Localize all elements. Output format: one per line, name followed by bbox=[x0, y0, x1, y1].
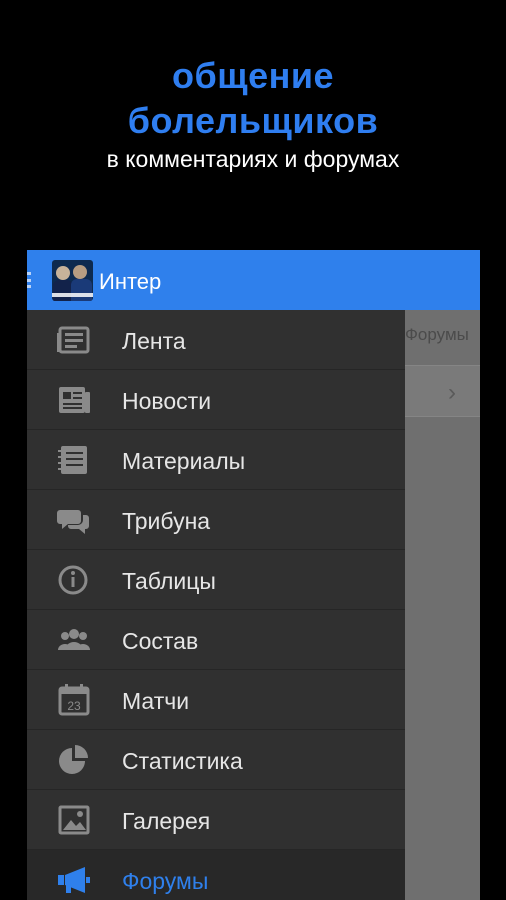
menu-item-label: Таблицы bbox=[122, 568, 216, 594]
menu-item-tribune[interactable]: Трибуна bbox=[27, 490, 405, 550]
menu-item-news[interactable]: Новости bbox=[27, 370, 405, 430]
menu-item-label: Новости bbox=[122, 388, 212, 414]
info-icon bbox=[58, 565, 88, 595]
menu-item-matches[interactable]: 23 Матчи bbox=[27, 670, 405, 730]
promo-banner: общение болельщиков в комментариях и фор… bbox=[0, 0, 506, 250]
menu-item-squad[interactable]: Состав bbox=[27, 610, 405, 670]
news-icon bbox=[59, 387, 90, 413]
pie-chart-icon bbox=[59, 745, 88, 774]
menu-item-label: Галерея bbox=[122, 808, 211, 834]
background-content: Форумы › bbox=[405, 310, 480, 900]
promo-title-line2: болельщиков bbox=[127, 100, 379, 141]
app-bar: Интер bbox=[27, 250, 480, 310]
app-screen: Интер Форумы › Лента Новости Материалы Т… bbox=[27, 250, 480, 900]
team-logo[interactable] bbox=[52, 260, 93, 301]
tab-forums[interactable]: Форумы bbox=[405, 325, 480, 345]
app-bar-title: Интер bbox=[99, 269, 162, 294]
list-item[interactable]: › bbox=[405, 365, 480, 417]
menu-item-articles[interactable]: Материалы bbox=[27, 430, 405, 490]
menu-item-label: Материалы bbox=[122, 448, 246, 474]
menu-item-gallery[interactable]: Галерея bbox=[27, 790, 405, 850]
calendar-icon: 23 bbox=[58, 684, 90, 716]
chat-bubbles-icon bbox=[57, 510, 89, 534]
megaphone-icon bbox=[58, 867, 90, 893]
people-icon bbox=[58, 629, 90, 650]
feed-icon bbox=[57, 326, 90, 354]
promo-title-line1: общение bbox=[171, 55, 335, 96]
menu-item-label: Состав bbox=[122, 628, 199, 654]
menu-item-label: Лента bbox=[122, 328, 186, 354]
image-icon bbox=[58, 805, 90, 835]
menu-item-label: Форумы bbox=[122, 868, 209, 894]
articles-icon bbox=[58, 446, 87, 474]
promo-subtitle: в комментариях и форумах bbox=[106, 146, 400, 172]
menu-item-feed[interactable]: Лента bbox=[27, 310, 405, 370]
menu-item-label: Трибуна bbox=[122, 508, 211, 534]
navigation-drawer: Лента Новости Материалы Трибуна Таблицы … bbox=[27, 310, 405, 900]
menu-item-label: Статистика bbox=[122, 748, 243, 774]
menu-item-forums[interactable]: Форумы bbox=[27, 850, 405, 900]
menu-item-label: Матчи bbox=[122, 688, 190, 714]
menu-item-statistics[interactable]: Статистика bbox=[27, 730, 405, 790]
chevron-right-icon: › bbox=[448, 379, 456, 406]
menu-item-tables[interactable]: Таблицы bbox=[27, 550, 405, 610]
hamburger-menu-icon[interactable] bbox=[27, 272, 31, 288]
calendar-number: 23 bbox=[67, 699, 81, 713]
